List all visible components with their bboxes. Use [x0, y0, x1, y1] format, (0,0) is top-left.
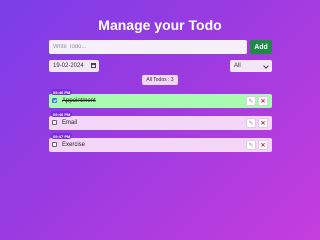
- chevron-down-icon: [263, 63, 269, 69]
- todo-checkbox[interactable]: [52, 98, 57, 103]
- todo-time-badge: 09:46 PM: [51, 89, 73, 95]
- date-value: 19-02-2024: [53, 63, 84, 69]
- todo-time-badge: 09:47 PM: [51, 133, 73, 139]
- page-title: Manage your Todo: [98, 17, 222, 33]
- todo-checkbox[interactable]: [52, 120, 57, 125]
- todo-text: Appointment: [62, 98, 96, 104]
- todo-time-badge: 09:46 PM: [51, 111, 73, 117]
- close-icon[interactable]: ✕: [258, 140, 268, 150]
- add-button[interactable]: Add: [250, 40, 272, 54]
- calendar-icon[interactable]: [91, 63, 96, 68]
- pencil-icon[interactable]: ✎: [246, 140, 256, 150]
- todo-item: 09:47 PM Exercise ✎ ✕: [49, 133, 272, 152]
- close-icon[interactable]: ✕: [258, 118, 268, 128]
- pencil-icon[interactable]: ✎: [246, 118, 256, 128]
- todo-checkbox[interactable]: [52, 142, 57, 147]
- todo-item: 09:46 PM Appointment ✎ ✕: [49, 89, 272, 108]
- date-filter-input[interactable]: 19-02-2024: [49, 60, 99, 72]
- status-filter-value: All: [234, 63, 241, 69]
- pencil-icon[interactable]: ✎: [246, 96, 256, 106]
- todo-count-badge: All Todos : 3: [142, 75, 178, 85]
- todo-input[interactable]: [49, 40, 247, 54]
- todo-item: 09:46 PM Email ✎ ✕: [49, 111, 272, 130]
- close-icon[interactable]: ✕: [258, 96, 268, 106]
- todo-text: Exercise: [62, 142, 86, 148]
- todo-text: Email: [62, 120, 78, 126]
- add-todo-form: Add: [49, 40, 272, 54]
- status-filter-select[interactable]: All: [230, 60, 272, 72]
